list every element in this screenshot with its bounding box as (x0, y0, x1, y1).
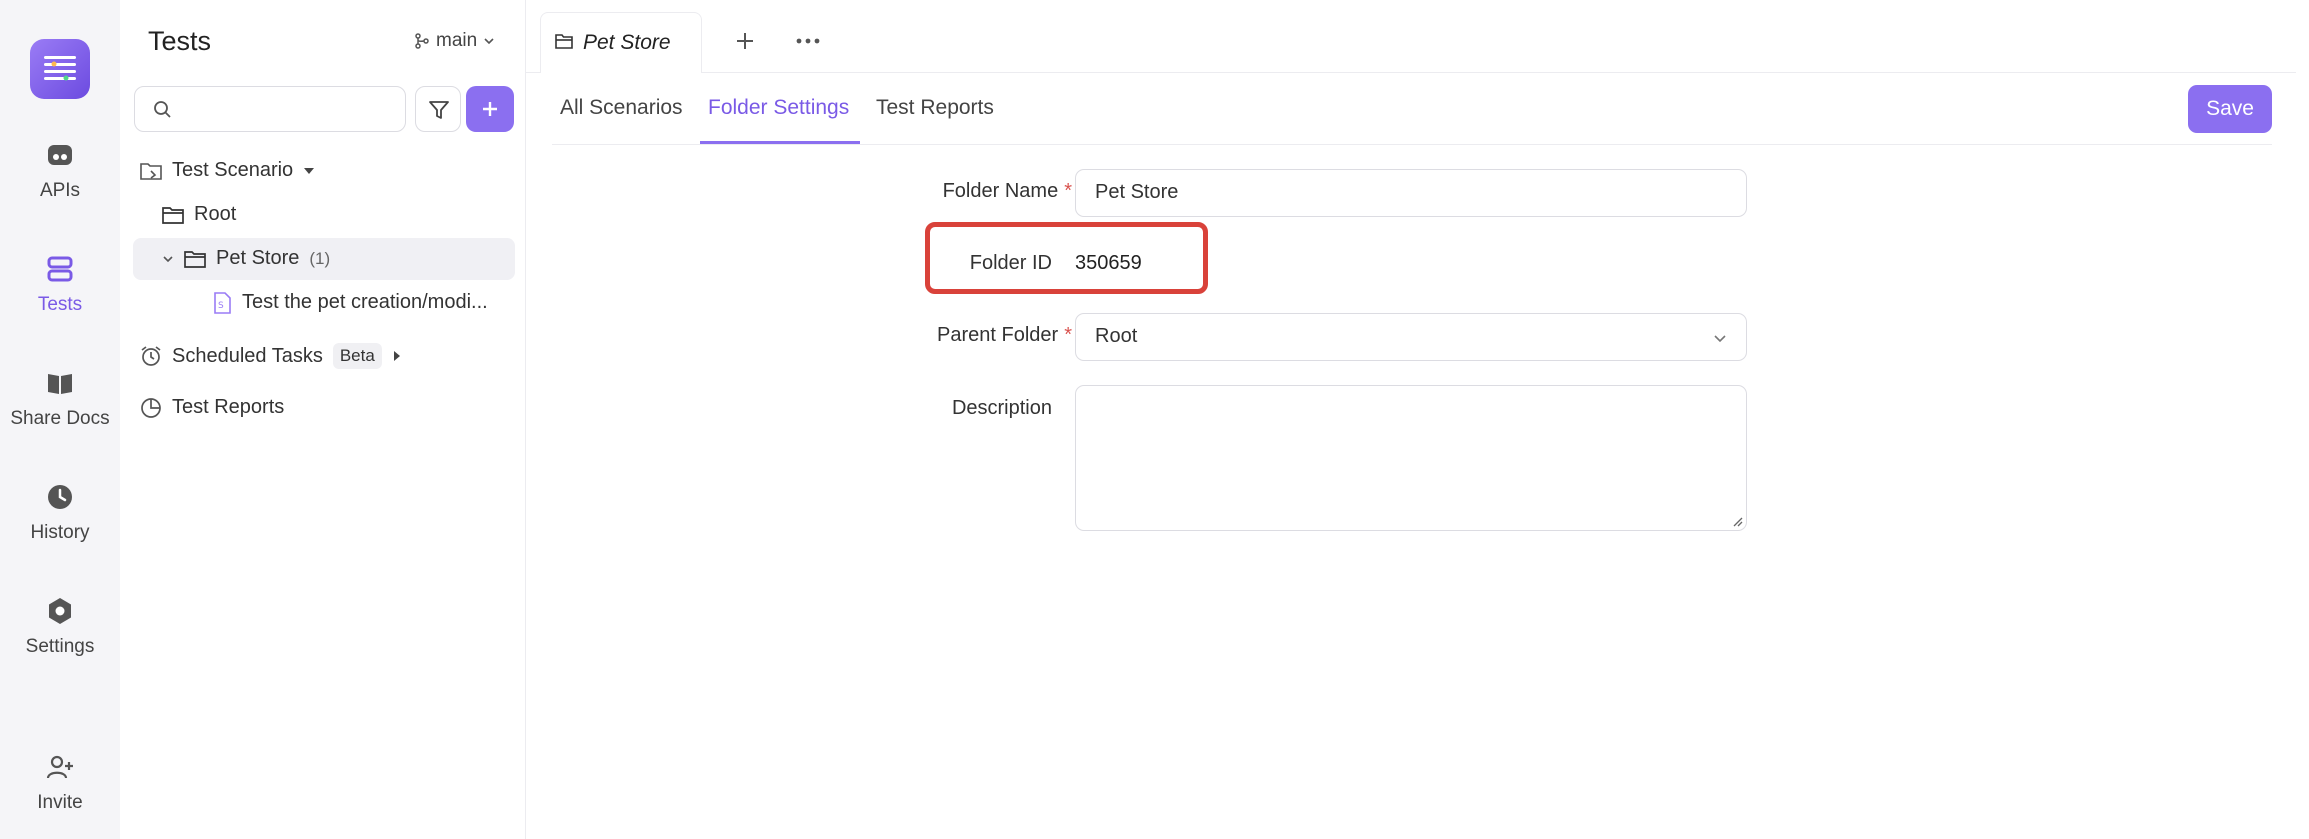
tab-label: Pet Store (583, 31, 671, 54)
folder-name-label: Folder Name * (900, 180, 1072, 203)
panel-title: Tests (148, 26, 212, 56)
chevron-down-icon (1714, 335, 1726, 343)
active-tab-indicator (700, 141, 860, 144)
filter-icon (429, 101, 449, 119)
rail-label: Tests (37, 294, 83, 315)
label-text: Parent Folder (937, 324, 1059, 346)
folder-icon (162, 206, 184, 224)
caret-down-icon (304, 167, 315, 174)
required-mark: * (1064, 324, 1072, 346)
rail-label: Invite (37, 792, 83, 813)
document-tab-bar: Pet Store (526, 0, 2296, 73)
folder-icon (555, 34, 573, 49)
tree-node-test-reports[interactable]: Test Reports (140, 396, 284, 419)
tests-icon (45, 254, 75, 284)
tree-node-label: Pet Store (216, 247, 300, 269)
tree-node-label: Test Reports (172, 396, 285, 418)
chevron-down-icon (484, 38, 494, 45)
tree-node-scheduled-tasks[interactable]: Scheduled Tasks Beta (140, 343, 402, 369)
tab-folder-settings[interactable]: Folder Settings (708, 96, 849, 120)
plus-icon (483, 102, 497, 116)
tree-node-label: Scheduled Tasks (172, 344, 323, 367)
description-textarea[interactable] (1075, 385, 1747, 531)
folder-open-icon (184, 250, 206, 268)
input-value: Pet Store (1095, 181, 1179, 203)
beta-badge: Beta (332, 343, 382, 369)
parent-folder-select[interactable]: Root (1075, 313, 1747, 361)
rail-item-history[interactable]: History (0, 482, 120, 544)
tree-node-label: Test Scenario (172, 159, 294, 181)
clock-icon (45, 482, 75, 512)
api-icon (45, 140, 75, 170)
save-button[interactable]: Save (2188, 85, 2272, 133)
new-tab-icon[interactable] (734, 30, 756, 52)
rail-item-invite[interactable]: Invite (0, 752, 120, 814)
scenario-folder-icon (140, 162, 162, 180)
tree-node-root[interactable]: Root (162, 203, 236, 226)
folder-id-label: Folder ID (969, 252, 1052, 274)
tree-node-test-scenario[interactable]: Test Scenario (140, 159, 315, 182)
select-value: Root (1095, 325, 1138, 347)
rail-label: APIs (39, 180, 81, 201)
search-input[interactable] (134, 86, 406, 132)
tab-all-scenarios[interactable]: All Scenarios (560, 96, 683, 120)
gear-icon (45, 596, 75, 626)
caret-right-icon (393, 351, 400, 361)
rail-label: Settings (25, 636, 95, 657)
branch-icon (415, 33, 429, 49)
chevron-down-icon (163, 255, 173, 262)
tab-test-reports[interactable]: Test Reports (876, 96, 994, 120)
rail-label: History (30, 522, 90, 543)
parent-folder-label: Parent Folder * (900, 324, 1072, 347)
folder-id-value: 350659 (1075, 252, 1142, 274)
search-icon (154, 101, 171, 118)
tests-panel: Tests main Test Scenario Root Pet Store … (120, 0, 526, 839)
rail-item-tests[interactable]: Tests (0, 254, 120, 316)
more-icon[interactable] (796, 38, 820, 44)
svg-text:S: S (218, 301, 224, 311)
tree-node-test[interactable]: S Test the pet creation/modi... (212, 291, 488, 314)
tree-node-label: Test the pet creation/modi... (242, 291, 488, 313)
alarm-clock-icon (141, 346, 161, 366)
required-mark: * (1064, 180, 1072, 202)
description-label: Description (951, 397, 1052, 419)
rail-item-settings[interactable]: Settings (0, 596, 120, 658)
pie-chart-icon (141, 397, 161, 418)
tree-node-label: Root (194, 203, 237, 225)
resize-grip-icon[interactable] (1731, 515, 1743, 527)
book-icon (45, 368, 75, 398)
rail-item-apis[interactable]: APIs (0, 140, 120, 202)
rail-label: Share Docs (10, 408, 110, 429)
folder-subtabs: All Scenarios Folder Settings Test Repor… (552, 72, 2272, 145)
app-logo[interactable] (30, 39, 90, 99)
test-file-icon: S (214, 291, 231, 314)
branch-selector[interactable]: main (414, 30, 495, 52)
add-button[interactable] (466, 86, 514, 132)
branch-name: main (436, 30, 478, 51)
tree-node-count: (1) (309, 248, 331, 268)
label-text: Folder Name (942, 180, 1059, 202)
tab-pet-store[interactable]: Pet Store (540, 12, 702, 73)
filter-button[interactable] (415, 86, 461, 132)
folder-name-input[interactable]: Pet Store (1075, 169, 1747, 217)
add-user-icon (45, 752, 75, 782)
nav-rail: APIs Tests Share Docs History Settings I… (0, 0, 120, 839)
rail-item-share-docs[interactable]: Share Docs (0, 368, 120, 430)
tree-node-pet-store[interactable]: Pet Store (1) (162, 247, 330, 270)
